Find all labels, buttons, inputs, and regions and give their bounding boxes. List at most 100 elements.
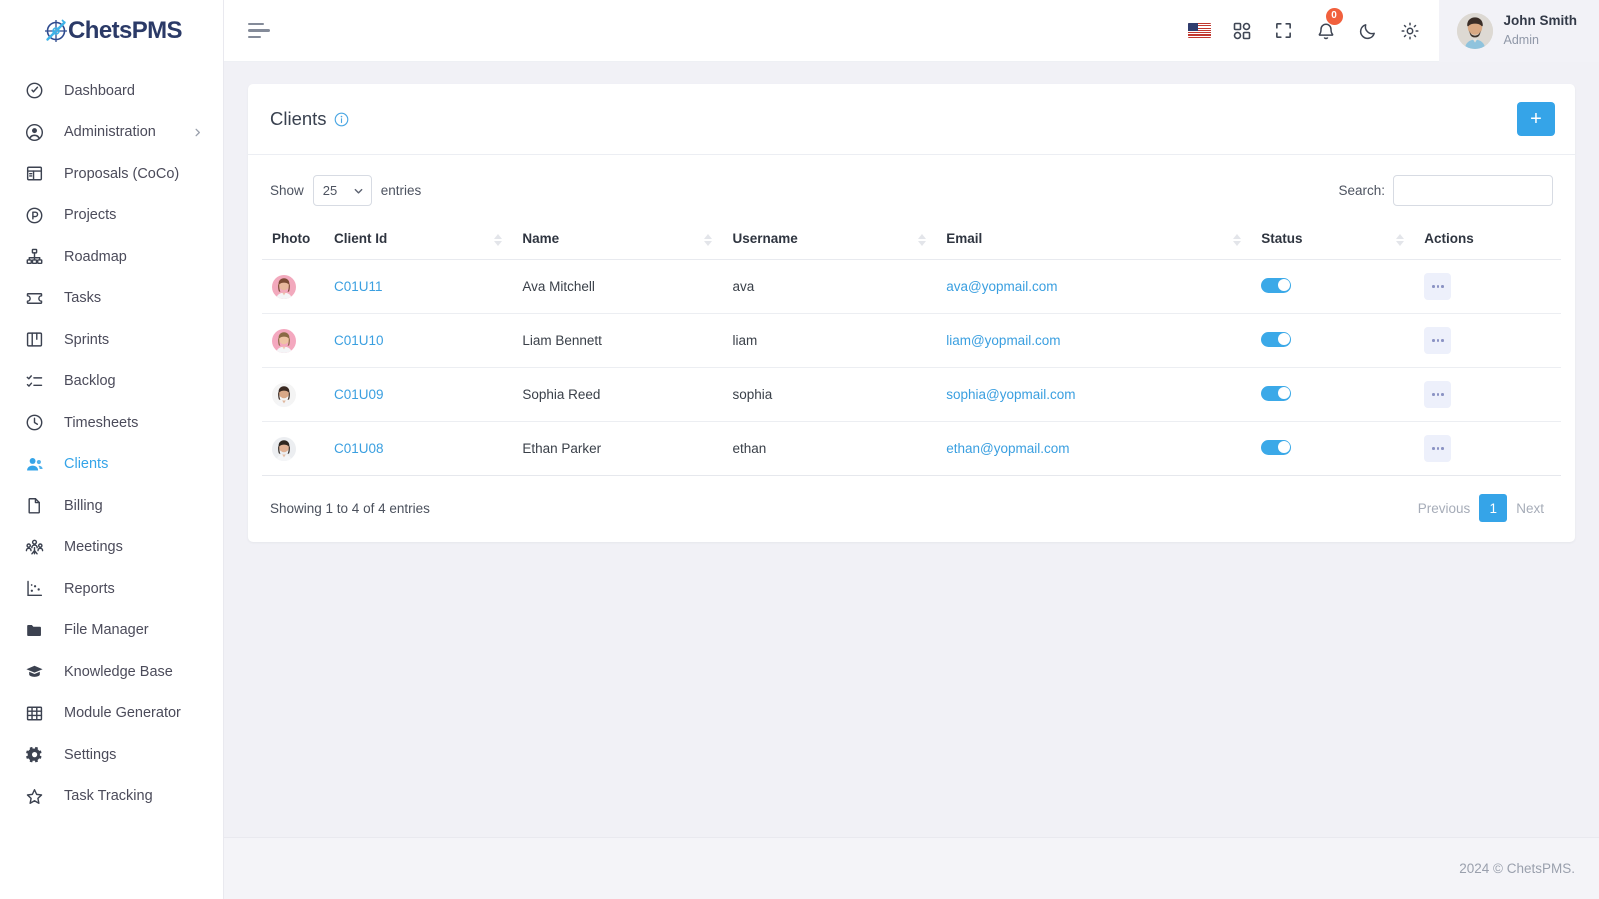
column-header-label: Email: [946, 231, 983, 246]
sidebar-item-roadmap[interactable]: Roadmap: [0, 236, 223, 278]
menu-toggle-icon[interactable]: [244, 14, 278, 48]
email-link[interactable]: liam@yopmail.com: [946, 333, 1060, 348]
row-actions-button[interactable]: [1424, 273, 1452, 300]
chart-scatter-icon: [24, 578, 45, 599]
sidebar-item-label: Projects: [64, 207, 117, 224]
pagination-next[interactable]: Next: [1507, 494, 1553, 522]
sidebar-item-billing[interactable]: Billing: [0, 485, 223, 527]
sidebar-item-reports[interactable]: Reports: [0, 568, 223, 610]
cell-name: Ethan Parker: [512, 421, 723, 476]
cell-username: liam: [722, 313, 937, 368]
sidebar-item-label: Meetings: [64, 539, 123, 556]
avatar: [1456, 12, 1493, 49]
email-link[interactable]: sophia@yopmail.com: [946, 387, 1075, 402]
client-id-link[interactable]: C01U10: [334, 333, 384, 348]
client-id-link[interactable]: C01U11: [334, 279, 383, 294]
bell-icon[interactable]: 0: [1305, 0, 1347, 62]
user-circle-icon: [24, 122, 45, 143]
status-toggle[interactable]: [1261, 439, 1292, 455]
sidebar-item-module-generator[interactable]: Module Generator: [0, 693, 223, 735]
row-actions-button[interactable]: [1424, 327, 1452, 354]
content-area: Clients + Show 25 entries Search: Photo …: [224, 62, 1599, 837]
entries-label: entries: [380, 183, 422, 198]
client-id-link[interactable]: C01U09: [334, 387, 384, 402]
status-toggle[interactable]: [1261, 385, 1292, 401]
pagination-previous[interactable]: Previous: [1409, 494, 1480, 522]
cell-actions: [1414, 421, 1561, 476]
cell-email: ava@yopmail.com: [936, 259, 1252, 314]
search-label: Search:: [1338, 183, 1385, 198]
sidebar-item-proposals-coco[interactable]: Proposals (CoCo): [0, 153, 223, 195]
status-toggle[interactable]: [1261, 331, 1292, 347]
sidebar-item-file-manager[interactable]: File Manager: [0, 610, 223, 652]
email-link[interactable]: ava@yopmail.com: [946, 279, 1057, 294]
sidebar-item-label: Tasks: [64, 290, 102, 307]
client-id-link[interactable]: C01U08: [334, 441, 384, 456]
info-circle-icon[interactable]: [334, 112, 349, 127]
page-length-select[interactable]: 102550100: [312, 175, 372, 206]
graduation-cap-icon: [24, 661, 45, 682]
sidebar-item-task-tracking[interactable]: Task Tracking: [0, 776, 223, 818]
sidebar-item-label: Dashboard: [64, 82, 135, 99]
column-header-label: Status: [1261, 231, 1303, 246]
sort-arrows-icon: [1396, 233, 1405, 246]
column-header-status[interactable]: Status: [1251, 220, 1415, 260]
sidebar: ChetsPMS Dashboard Administration Proposal…: [0, 0, 224, 899]
cell-actions: [1414, 259, 1561, 314]
sidebar-item-projects[interactable]: Projects: [0, 195, 223, 237]
column-header-name[interactable]: Name: [512, 220, 723, 260]
user-role: Admin: [1503, 32, 1539, 47]
sidebar-item-dashboard[interactable]: Dashboard: [0, 70, 223, 112]
moon-icon[interactable]: [1347, 0, 1389, 62]
topbar: 0 John Smith Admin: [224, 0, 1599, 62]
clients-card: Clients + Show 25 entries Search: Photo …: [248, 84, 1575, 542]
sidebar-item-tasks[interactable]: Tasks: [0, 278, 223, 320]
cell-status: [1251, 259, 1415, 314]
gear-icon: [24, 744, 45, 765]
column-header-client-id[interactable]: Client Id: [324, 220, 513, 260]
people-group-icon: [24, 537, 45, 558]
user-name: John Smith: [1503, 13, 1578, 29]
column-header-photo: Photo: [262, 220, 324, 260]
pagination-page-1[interactable]: 1: [1479, 494, 1508, 522]
sidebar-item-sprints[interactable]: Sprints: [0, 319, 223, 361]
search-input[interactable]: [1393, 175, 1553, 206]
gear-icon[interactable]: [1389, 0, 1431, 62]
column-header-username[interactable]: Username: [722, 220, 937, 260]
apps-grid-icon[interactable]: [1221, 0, 1263, 62]
sidebar-item-label: Billing: [64, 497, 103, 514]
flag-us-icon[interactable]: [1179, 0, 1221, 62]
status-toggle[interactable]: [1261, 277, 1292, 293]
project-circle-icon: [24, 205, 45, 226]
sidebar-item-meetings[interactable]: Meetings: [0, 527, 223, 569]
sidebar-item-knowledge-base[interactable]: Knowledge Base: [0, 651, 223, 693]
email-link[interactable]: ethan@yopmail.com: [946, 441, 1069, 456]
table-body: C01U11 Ava Mitchell ava ava@yopmail.com C01U…: [262, 259, 1561, 476]
sidebar-item-label: Settings: [64, 746, 117, 763]
sidebar-item-timesheets[interactable]: Timesheets: [0, 402, 223, 444]
cell-name: Sophia Reed: [512, 367, 723, 422]
brand-logo[interactable]: ChetsPMS: [0, 0, 223, 62]
row-actions-button[interactable]: [1424, 435, 1452, 462]
add-client-button[interactable]: +: [1517, 102, 1555, 136]
page-footer: 2024 © ChetsPMS.: [224, 837, 1599, 899]
client-avatar: [272, 274, 296, 299]
file-icon: [24, 495, 45, 516]
column-header-email[interactable]: Email: [936, 220, 1252, 260]
brand-name: ChetsPMS: [68, 17, 182, 44]
sidebar-item-clients[interactable]: Clients: [0, 444, 223, 486]
show-label: Show: [270, 183, 304, 198]
page-title-text: Clients: [270, 108, 327, 129]
sidebar-item-administration[interactable]: Administration: [0, 112, 223, 154]
fullscreen-icon[interactable]: [1263, 0, 1305, 62]
sidebar-item-label: Timesheets: [64, 414, 139, 431]
cell-username: sophia: [722, 367, 937, 422]
user-menu[interactable]: John Smith Admin: [1438, 0, 1599, 62]
cell-email: sophia@yopmail.com: [936, 367, 1252, 422]
checklist-icon: [24, 371, 45, 392]
sidebar-item-backlog[interactable]: Backlog: [0, 361, 223, 403]
datatable-controls: Show 102550100 entries Search:: [262, 171, 1561, 220]
table-row: C01U09 Sophia Reed sophia sophia@yopmail.co…: [262, 367, 1561, 422]
sidebar-item-settings[interactable]: Settings: [0, 734, 223, 776]
row-actions-button[interactable]: [1424, 381, 1452, 408]
